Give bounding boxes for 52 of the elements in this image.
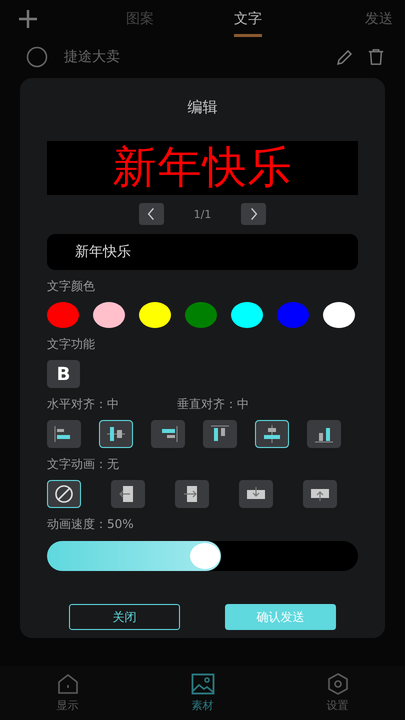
color-swatch[interactable] [47, 302, 79, 328]
page-indicator: 1/1 [194, 208, 212, 220]
chevron-left-icon [147, 207, 156, 221]
dialog-title: 编辑 [186, 98, 218, 118]
close-button[interactable]: 关闭 [69, 604, 180, 630]
animation-icon [52, 484, 76, 504]
home-icon [56, 672, 80, 696]
led-preview: 新年快乐 [47, 141, 358, 195]
align-icon [208, 424, 232, 444]
image-icon [190, 672, 214, 696]
next-button[interactable] [241, 203, 266, 225]
animation-button[interactable] [175, 480, 209, 508]
color-swatch[interactable] [139, 302, 171, 328]
edit-icon[interactable] [335, 47, 355, 67]
align-button[interactable] [307, 420, 341, 448]
section-label: 文字功能 [47, 336, 96, 353]
tab[interactable]: 图案 [126, 2, 154, 36]
section-label: 水平对齐：中 [47, 396, 119, 413]
section-label: 文字动画：无 [47, 456, 120, 473]
item-name: 捷途大卖 [64, 48, 121, 66]
speed-slider[interactable] [47, 541, 358, 571]
align-button[interactable] [203, 420, 237, 448]
add-icon[interactable] [18, 9, 38, 29]
settings-icon [326, 672, 350, 696]
animation-button[interactable] [111, 480, 145, 508]
chevron-right-icon [250, 207, 258, 221]
align-icon [104, 424, 128, 444]
color-swatch[interactable] [277, 302, 309, 328]
animation-button[interactable] [303, 480, 337, 508]
animation-button[interactable] [47, 480, 81, 508]
align-button[interactable] [99, 420, 133, 448]
delete-icon[interactable] [367, 47, 385, 67]
animation-button[interactable] [239, 480, 273, 508]
align-button[interactable] [255, 420, 289, 448]
color-swatch[interactable] [323, 302, 355, 328]
section-label: 文字颜色 [47, 278, 96, 295]
nav-tab[interactable]: 素材 [190, 666, 214, 718]
text-input[interactable]: 新年快乐 [47, 234, 358, 270]
radio-icon[interactable] [26, 46, 48, 68]
align-button[interactable] [47, 420, 81, 448]
nav-tab[interactable]: 设置 [326, 666, 350, 718]
color-swatch[interactable] [185, 302, 217, 328]
tab[interactable]: 文字 [234, 2, 262, 36]
nav-tab[interactable]: 显示 [56, 666, 80, 718]
section-label: 动画速度：50% [47, 516, 135, 533]
bold-button[interactable]: B [47, 360, 80, 388]
color-swatch[interactable] [231, 302, 263, 328]
color-swatch[interactable] [93, 302, 125, 328]
previous-button[interactable] [138, 203, 164, 225]
align-button[interactable] [151, 420, 185, 448]
send-tab[interactable]: 发送 [365, 10, 393, 28]
section-label: 垂直对齐：中 [177, 396, 249, 413]
